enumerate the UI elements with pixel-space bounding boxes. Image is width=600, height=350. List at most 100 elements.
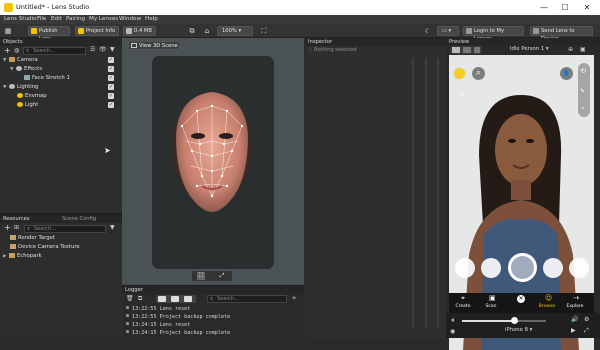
timeline-track[interactable]	[462, 317, 546, 324]
funnel-icon[interactable]: ▼	[110, 224, 115, 231]
tree-item-effects[interactable]: ▼ Effects ✓	[10, 65, 118, 73]
add-object-button[interactable]: +	[4, 46, 11, 55]
warning-filter-icon[interactable]	[171, 296, 179, 302]
tab-scene-config[interactable]: Scene Config	[62, 215, 96, 223]
folder-icon	[9, 253, 15, 258]
scan-icon[interactable]: ▣	[489, 294, 496, 302]
video-icon[interactable]	[474, 47, 480, 53]
lens-carousel-item[interactable]	[543, 258, 563, 278]
camera-icon[interactable]: ◉	[450, 328, 455, 335]
snapshot-icon[interactable]	[463, 47, 471, 53]
duplicate-icon[interactable]: ⧉	[188, 27, 196, 35]
filter-icon[interactable]: ◍	[14, 47, 19, 54]
copy-icon[interactable]: ⧉	[138, 295, 142, 303]
project-info-button[interactable]: Project Info	[75, 26, 119, 36]
login-button[interactable]: Login to My Lenses	[463, 26, 524, 42]
close-button[interactable]: ✕	[578, 2, 596, 13]
add-preview-icon[interactable]: ⊕	[568, 46, 573, 53]
grid-icon[interactable]: ▦	[4, 27, 12, 35]
tree-item-envmap[interactable]: Envmap ✓	[17, 92, 118, 100]
lens-studio-logo-icon	[4, 3, 13, 12]
list-icon[interactable]: ☰	[90, 46, 95, 53]
tab-resources[interactable]: Resources	[3, 216, 30, 222]
explore-icon[interactable]: ⇢	[573, 294, 579, 302]
menu-window[interactable]: Window	[119, 16, 141, 22]
timeline-progress	[462, 320, 514, 322]
preview-controls-bar: ⏸ 🔊 ⚙ ◉ iPhone 8 ▾ ▶ ⤢	[446, 313, 600, 338]
eye-icon[interactable]: 👁	[99, 46, 107, 53]
lens-carousel-item[interactable]	[455, 258, 475, 278]
info-filter-icon[interactable]	[158, 296, 166, 302]
pause-icon[interactable]: ⏸	[451, 316, 455, 325]
expand-icon[interactable]: »	[292, 294, 296, 302]
error-filter-icon[interactable]	[184, 296, 192, 302]
maximize-button[interactable]: ☐	[556, 2, 574, 13]
camera-mode-icon[interactable]	[452, 47, 460, 53]
bitmoji-avatar[interactable]	[453, 67, 466, 80]
log-line: 13:22:55 Lens reset	[126, 306, 190, 312]
resource-echopark[interactable]: ▶ Echopark	[3, 252, 42, 260]
settings-icon[interactable]: ⚙	[584, 316, 589, 323]
checkbox[interactable]: ✓	[108, 84, 114, 90]
menu-file[interactable]: File	[37, 16, 46, 22]
size-button[interactable]: 0.4 MB	[123, 26, 156, 36]
funnel-icon[interactable]: ▼	[110, 46, 115, 53]
preview-device-button[interactable]: ▭ ▾	[437, 26, 459, 36]
capture-button[interactable]	[508, 253, 537, 282]
aspect-icon[interactable]: ⛶	[197, 272, 205, 280]
checkbox[interactable]: ✓	[108, 57, 114, 63]
device-select[interactable]: iPhone 8 ▾	[505, 327, 532, 333]
video-record-icon[interactable]: ▶	[571, 327, 576, 334]
chevron-down-icon[interactable]: ⌄	[580, 103, 586, 111]
search-icon[interactable]: ⌕	[472, 67, 485, 80]
scene-viewport[interactable]	[152, 56, 274, 269]
smiley-icon[interactable]: ☺	[545, 294, 552, 302]
lens-carousel-item[interactable]	[569, 258, 589, 278]
tree-item-face-stretch[interactable]: Face Stretch 1 ✓	[24, 74, 118, 82]
add-friend-icon[interactable]: 👤	[560, 67, 573, 80]
menu-pairing[interactable]: Pairing	[66, 16, 85, 22]
view-3d-scene-button[interactable]: View 3D Scene	[128, 41, 180, 50]
tree-item-lighting[interactable]: ▼ Lighting ✓	[3, 83, 118, 91]
resource-render-target[interactable]: Render Target	[10, 234, 55, 242]
screenshot-icon[interactable]: ▣	[580, 46, 586, 53]
close-icon[interactable]: ✕	[517, 295, 525, 303]
moon-icon[interactable]: ☾	[424, 27, 432, 35]
preview-mode-toggle[interactable]	[450, 46, 482, 54]
tree-item-light[interactable]: Light ✓	[17, 101, 118, 109]
fit-icon[interactable]: ⤢	[218, 272, 226, 280]
fullscreen-icon[interactable]: ⛶	[260, 27, 268, 35]
lens-carousel-item[interactable]	[481, 258, 501, 278]
send-lens-button[interactable]: Send Lens to Device	[530, 26, 593, 42]
divider	[437, 58, 439, 328]
tree-item-camera[interactable]: ▼ Camera ✓	[3, 56, 118, 64]
checkbox[interactable]: ✓	[108, 66, 114, 72]
checkbox[interactable]: ✓	[108, 75, 114, 81]
flash-icon[interactable]: ϟ	[580, 87, 585, 95]
volume-icon[interactable]: 🔊	[571, 316, 578, 323]
objects-search[interactable]: ⌕ Search...	[23, 47, 86, 55]
checkbox[interactable]: ✓	[108, 102, 114, 108]
trash-icon[interactable]: 🗑	[126, 295, 134, 302]
timeline-handle[interactable]	[511, 317, 518, 324]
minimize-button[interactable]: —	[535, 2, 553, 13]
logger-search[interactable]: ⌕ Search...	[207, 295, 287, 303]
resources-search[interactable]: ⌕ Search...	[24, 225, 106, 233]
home-icon[interactable]: ⌂	[203, 27, 211, 35]
flip-camera-icon[interactable]: ⟲	[580, 67, 586, 75]
checkbox[interactable]: ✓	[108, 93, 114, 99]
add-resource-button[interactable]: +	[4, 223, 11, 232]
menu-help[interactable]: Help	[145, 16, 158, 22]
menu-edit[interactable]: Edit	[51, 16, 62, 22]
person-select[interactable]: Idle Person 1 ▾	[510, 46, 549, 52]
expand-preview-icon[interactable]: ⤢	[584, 327, 589, 335]
zoom-select[interactable]: 100% ▾	[217, 26, 253, 36]
resource-device-camera-texture[interactable]: Device Camera Texture	[10, 243, 80, 251]
import-icon[interactable]: ⊞	[14, 224, 19, 231]
publish-lens-button[interactable]: Publish Lens	[28, 26, 70, 42]
menu-my-lenses[interactable]: My Lenses	[89, 16, 118, 22]
map-icon[interactable]: ⌖	[461, 294, 465, 303]
send-icon	[533, 28, 539, 34]
menu-lens-studio[interactable]: Lens Studio	[4, 16, 37, 22]
preview-viewport[interactable]: ⌕ 👤 ⟲ ϟ ⌄ ✧ ⌖ ▣ ✕ ☺ ⇢ Create Scan Browse…	[449, 55, 594, 350]
